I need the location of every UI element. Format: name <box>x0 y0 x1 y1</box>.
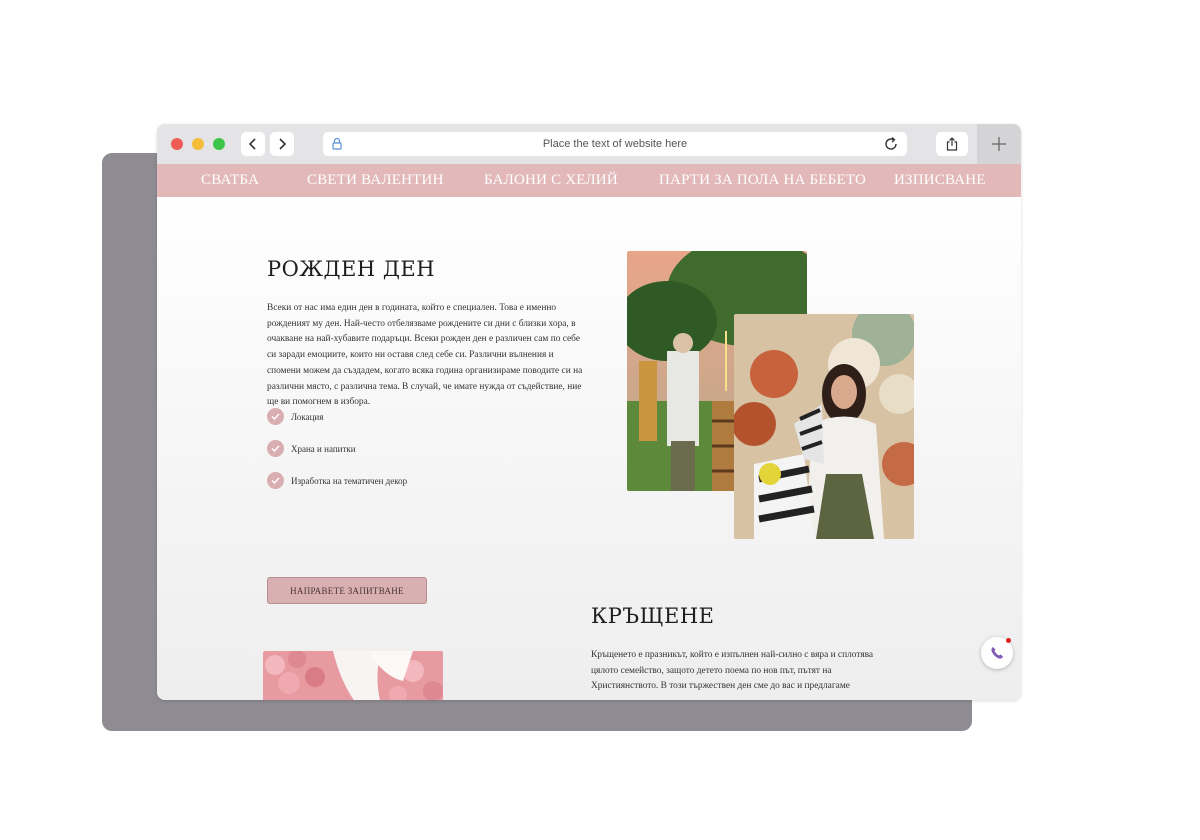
share-icon <box>946 137 958 151</box>
back-button[interactable] <box>241 132 265 156</box>
feature-item-food-drinks: Храна и напитки <box>267 440 356 457</box>
baptism-title: КРЪЩЕНЕ <box>591 604 715 628</box>
check-icon <box>267 408 284 425</box>
share-button[interactable] <box>936 132 968 156</box>
feature-item-themed-decor: Изработка на тематичен декор <box>267 472 407 489</box>
new-tab-button[interactable] <box>977 124 1021 164</box>
page-content: РОЖДЕН ДЕН Всеки от нас има един ден в г… <box>157 197 1021 700</box>
check-icon <box>267 472 284 489</box>
nav-item-gender-reveal[interactable]: ПАРТИ ЗА ПОЛА НА БЕБЕТО <box>659 164 866 197</box>
birthday-title: РОЖДЕН ДЕН <box>267 257 436 281</box>
viber-chat-button[interactable] <box>981 637 1013 669</box>
address-text: Place the text of website here <box>542 138 688 150</box>
baptism-description: Кръщенето е празникът, който е изпълнен … <box>591 650 874 692</box>
nav-item-discharge[interactable]: ИЗПИСВАНЕ <box>894 164 986 197</box>
reload-icon[interactable] <box>883 136 899 152</box>
nav-item-wedding[interactable]: СВАТБА <box>201 164 259 197</box>
check-icon <box>267 440 284 457</box>
close-window-button[interactable] <box>171 138 183 150</box>
birthday-photo-woman <box>734 314 914 539</box>
viber-icon <box>991 647 1003 659</box>
browser-toolbar: Place the text of website here <box>157 124 1021 165</box>
birthday-description: Всеки от нас има един ден в годината, ко… <box>267 303 583 408</box>
forward-button[interactable] <box>270 132 294 156</box>
forward-arrow-icon <box>279 138 287 150</box>
nav-item-helium-balloons[interactable]: БАЛОНИ С ХЕЛИЙ <box>484 164 618 197</box>
baptism-photo <box>263 651 443 700</box>
notification-dot <box>1006 638 1011 643</box>
inquiry-button[interactable]: НАПРАВЕТЕ ЗАПИТВАНЕ <box>267 577 427 604</box>
feature-item-location: Локация <box>267 408 323 425</box>
feature-label: Храна и напитки <box>291 443 356 454</box>
feature-label: Локация <box>291 411 324 422</box>
feature-label: Изработка на тематичен декор <box>291 475 408 486</box>
nav-item-valentine[interactable]: СВЕТИ ВАЛЕНТИН <box>307 164 444 197</box>
maximize-window-button[interactable] <box>213 138 225 150</box>
site-navigation: СВАТБА СВЕТИ ВАЛЕНТИН БАЛОНИ С ХЕЛИЙ ПАР… <box>157 164 1021 197</box>
browser-window: Place the text of website here СВАТБА СВ… <box>157 124 1021 700</box>
plus-icon <box>992 137 1006 151</box>
back-arrow-icon <box>248 138 256 150</box>
minimize-window-button[interactable] <box>192 138 204 150</box>
address-bar[interactable]: Place the text of website here <box>323 132 907 156</box>
